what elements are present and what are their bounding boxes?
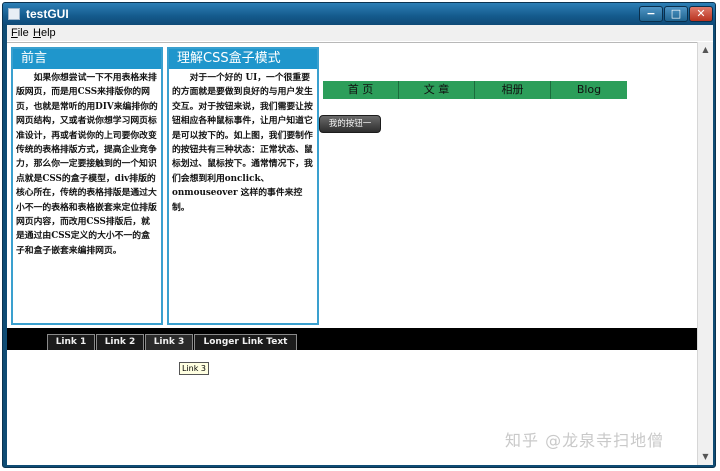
menu-file-mnemonic: F: [11, 27, 18, 39]
preface-title: 前言: [13, 49, 161, 69]
minimize-button[interactable]: −: [639, 6, 663, 22]
my-button[interactable]: 我的按钮一: [319, 115, 381, 133]
tab-link-3[interactable]: Link 3: [145, 334, 193, 350]
tab-link-2[interactable]: Link 2: [96, 334, 144, 350]
watermark: 知乎 @龙泉寺扫地僧: [505, 431, 665, 450]
menu-file[interactable]: File: [11, 27, 29, 39]
menu-help[interactable]: Help: [33, 27, 56, 39]
tab-longer-link[interactable]: Longer Link Text: [194, 334, 297, 350]
title-bar[interactable]: testGUI − □ ✕: [3, 3, 715, 25]
tab-link-1[interactable]: Link 1: [47, 334, 95, 350]
green-nav-bar: 首 页 文 章 相册 Blog: [323, 81, 627, 99]
nav-item-home[interactable]: 首 页: [323, 81, 399, 99]
link-tooltip: Link 3: [179, 362, 210, 375]
vertical-scrollbar[interactable]: ▲ ▼: [697, 42, 713, 465]
nav-item-articles[interactable]: 文 章: [399, 81, 475, 99]
nav-item-blog[interactable]: Blog: [551, 81, 627, 99]
nav-item-albums[interactable]: 相册: [475, 81, 551, 99]
maximize-button[interactable]: □: [664, 6, 688, 22]
menu-help-label: elp: [40, 27, 56, 39]
menu-help-mnemonic: H: [33, 27, 41, 39]
scroll-down-arrow-icon[interactable]: ▼: [698, 449, 713, 465]
box-model-panel: 理解CSS盒子模式 对于一个好的 UI，一个很重要的方面就是要做到良好的与用户发…: [167, 47, 319, 325]
window-title: testGUI: [26, 7, 69, 21]
client-area: File Help 前言 如果你想尝试一下不用表格来排版网页，而是用CSS来排版…: [7, 25, 713, 465]
box-model-text: 对于一个好的 UI，一个很重要的方面就是要做到良好的与用户发生交互。对于按钮来说…: [172, 73, 313, 213]
app-icon: [8, 8, 20, 20]
scroll-up-arrow-icon[interactable]: ▲: [698, 42, 713, 58]
close-button[interactable]: ✕: [689, 6, 713, 22]
menu-file-label: ile: [17, 27, 29, 39]
menu-bar: File Help: [7, 25, 713, 41]
app-window: testGUI − □ ✕ File Help 前言 如果你想尝试一下不用表格来…: [2, 2, 716, 468]
box-model-title: 理解CSS盒子模式: [169, 49, 317, 69]
preface-text: 如果你想尝试一下不用表格来排版网页，而是用CSS来排版你的网页，也就是常听的用D…: [16, 73, 158, 256]
tab-nav-bar: Link 1 Link 2 Link 3 Longer Link Text: [7, 328, 697, 350]
preface-panel: 前言 如果你想尝试一下不用表格来排版网页，而是用CSS来排版你的网页，也就是常听…: [11, 47, 163, 325]
web-content: 前言 如果你想尝试一下不用表格来排版网页，而是用CSS来排版你的网页，也就是常听…: [7, 42, 697, 465]
